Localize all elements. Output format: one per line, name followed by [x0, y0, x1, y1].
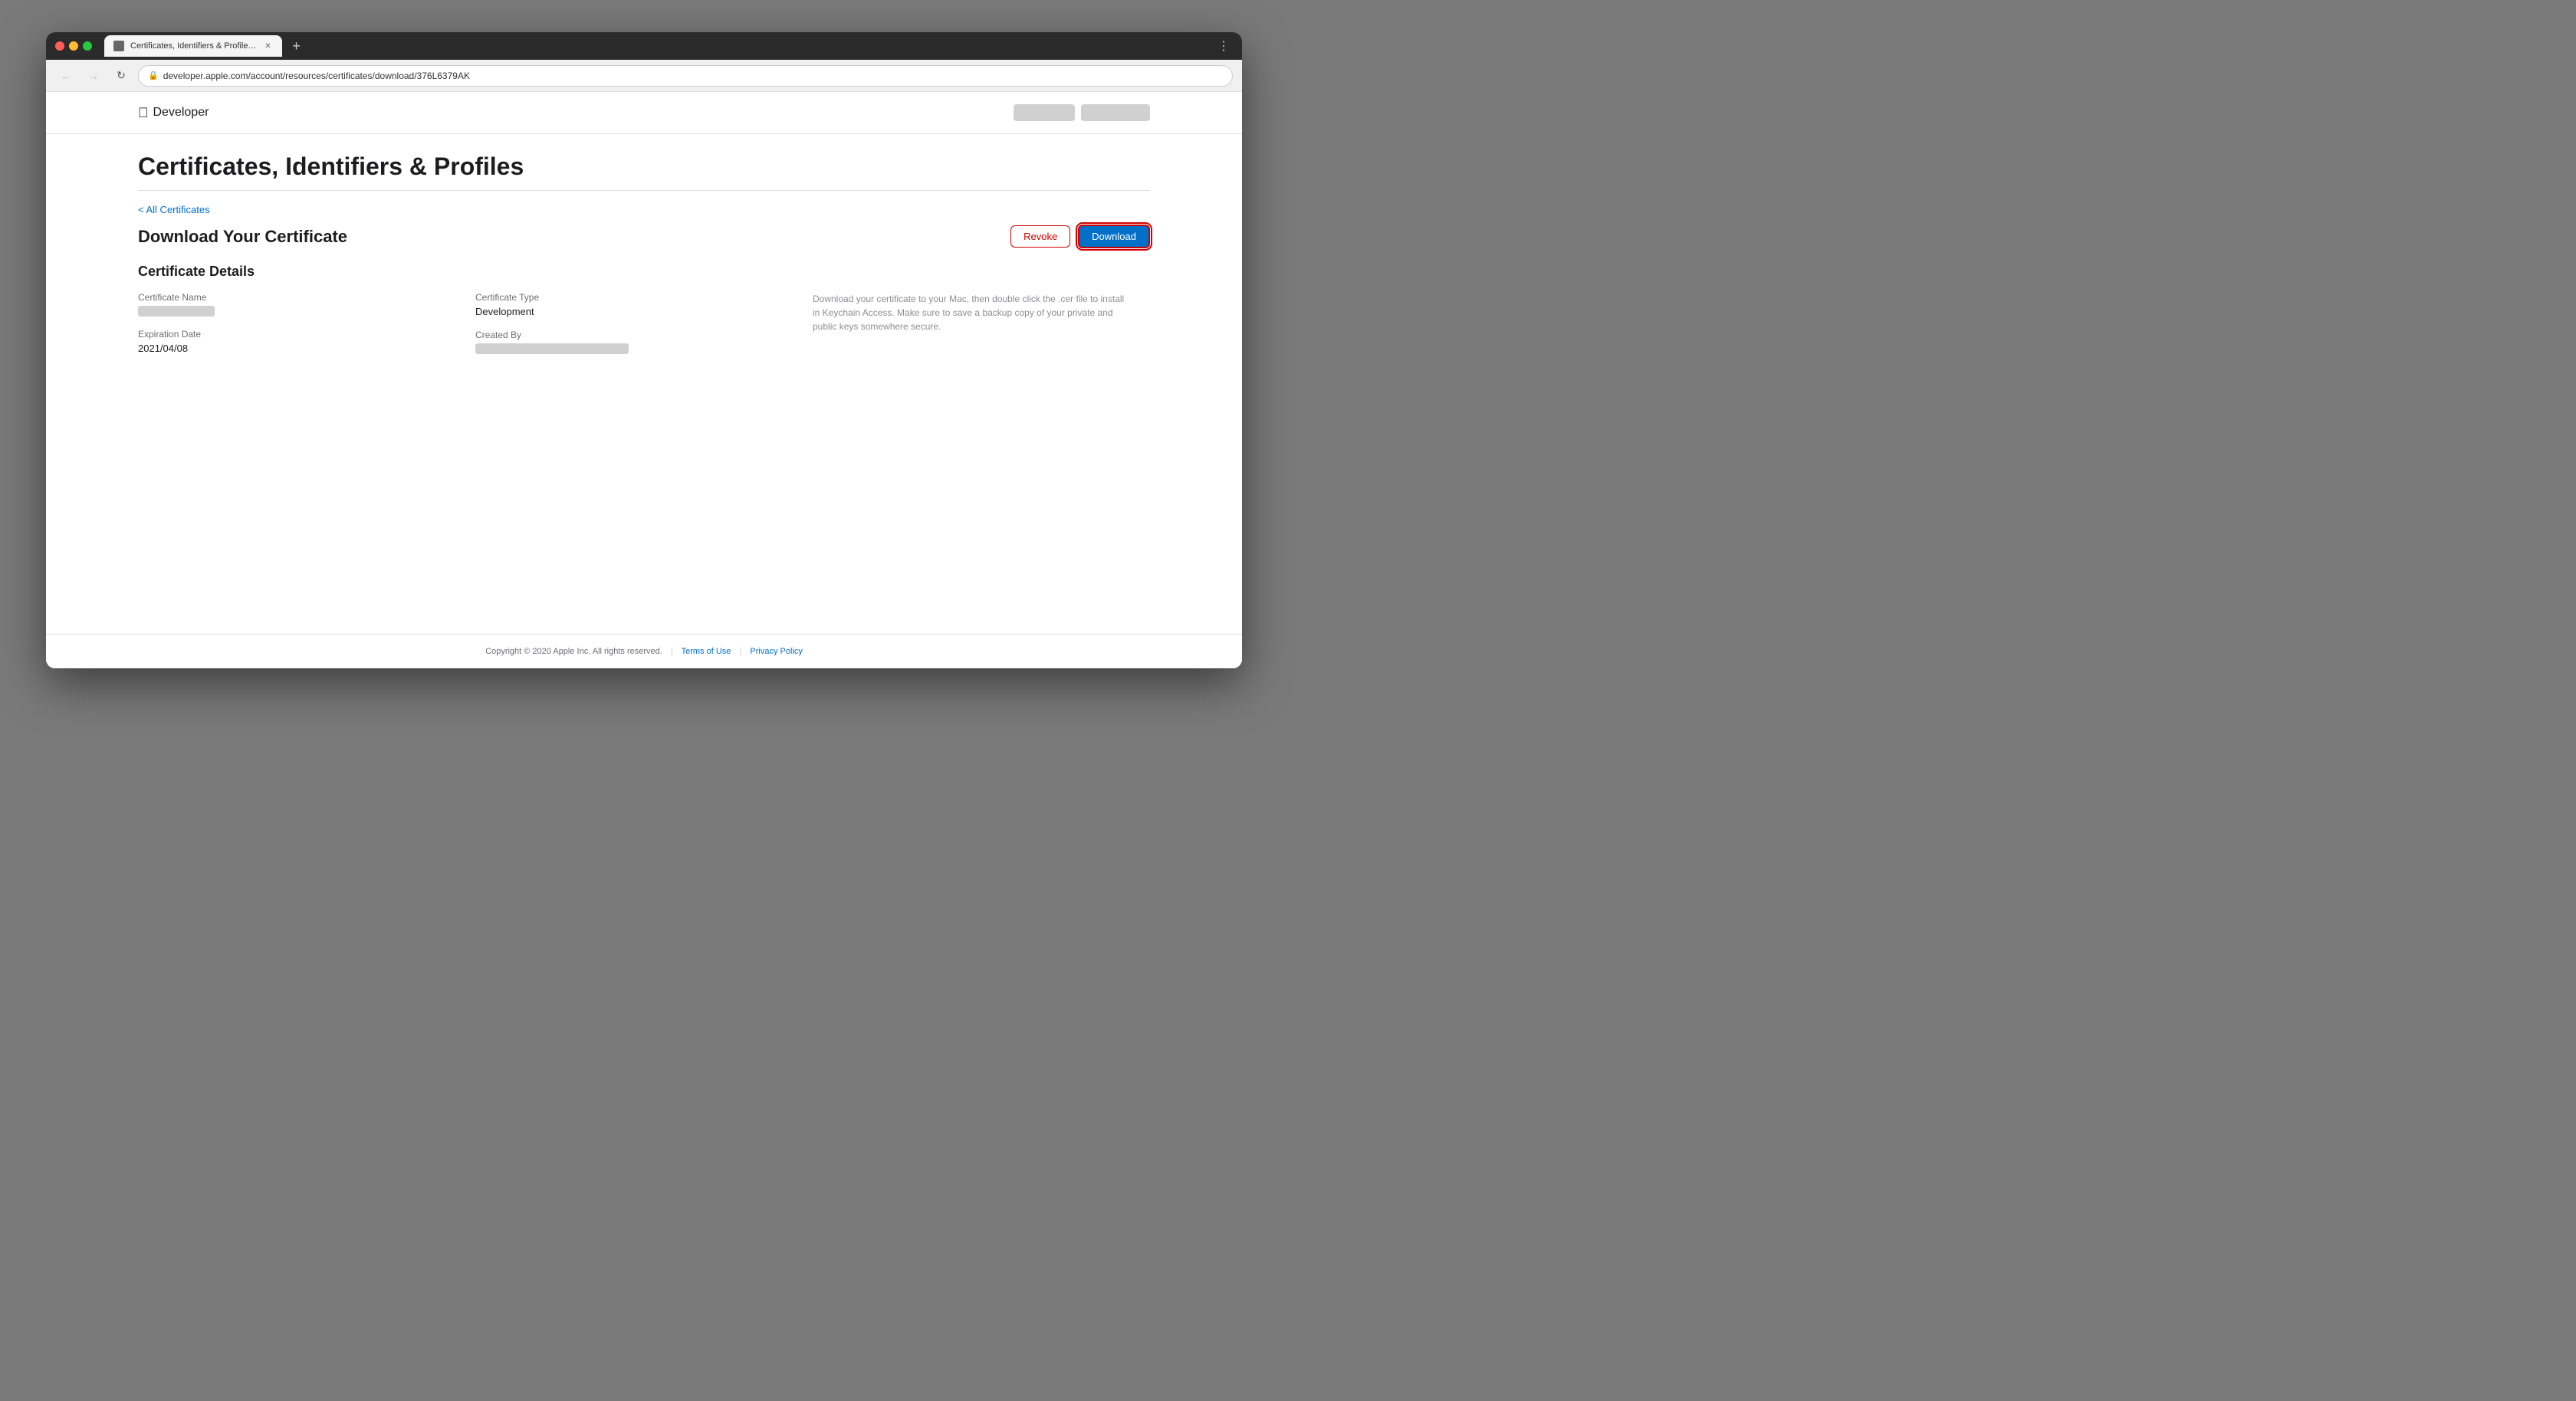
apple-header:  Developer: [46, 92, 1242, 134]
section-title: Download Your Certificate: [138, 227, 347, 247]
browser-window: Certificates, Identifiers & Profile… ✕ +…: [46, 32, 1242, 668]
privacy-policy-link[interactable]: Privacy Policy: [750, 647, 802, 656]
revoke-button[interactable]: Revoke: [1010, 225, 1070, 248]
cert-type-label: Certificate Type: [475, 292, 790, 303]
created-by-value-placeholder: [475, 343, 629, 354]
apple-logo-icon: : [138, 105, 149, 121]
developer-label: Developer: [153, 106, 209, 120]
expiry-label: Expiration Date: [138, 329, 452, 340]
tab-close-button[interactable]: ✕: [262, 41, 273, 51]
copyright-text: Copyright © 2020 Apple Inc. All rights r…: [485, 647, 662, 656]
browser-menu-button[interactable]: ⋮: [1214, 35, 1233, 57]
detail-column-3: Download your certificate to your Mac, t…: [813, 292, 1150, 366]
title-bar: Certificates, Identifiers & Profile… ✕ +…: [46, 32, 1242, 60]
footer-separator-2: |: [739, 647, 741, 656]
page-footer: Copyright © 2020 Apple Inc. All rights r…: [46, 634, 1242, 668]
minimize-button[interactable]: [69, 41, 78, 51]
section-header: Download Your Certificate Revoke Downloa…: [138, 225, 1150, 248]
details-grid: Certificate Name Expiration Date 2021/04…: [138, 292, 1150, 366]
header-actions: [1014, 104, 1150, 121]
header-btn-1[interactable]: [1014, 104, 1075, 121]
details-title: Certificate Details: [138, 264, 1150, 280]
active-tab[interactable]: Certificates, Identifiers & Profile… ✕: [104, 35, 282, 57]
forward-button[interactable]: →: [83, 65, 104, 87]
nav-bar: ← → ↻ 🔒 developer.apple.com/account/reso…: [46, 60, 1242, 92]
footer-separator-1: |: [671, 647, 673, 656]
back-button[interactable]: ←: [55, 65, 77, 87]
main-content: Certificates, Identifiers & Profiles All…: [46, 134, 1242, 634]
url-text: developer.apple.com/account/resources/ce…: [163, 71, 1223, 81]
traffic-lights: [55, 41, 92, 51]
tab-title: Certificates, Identifiers & Profile…: [130, 41, 256, 51]
expiry-value: 2021/04/08: [138, 343, 452, 354]
new-tab-button[interactable]: +: [285, 35, 307, 57]
created-by-label: Created By: [475, 330, 790, 340]
certificate-details: Certificate Details Certificate Name Exp…: [138, 264, 1150, 366]
maximize-button[interactable]: [83, 41, 92, 51]
tab-favicon: [113, 41, 124, 51]
action-buttons: Revoke Download: [1010, 225, 1150, 248]
page-content:  Developer Certificates, Identifiers & …: [46, 92, 1242, 668]
header-btn-2[interactable]: [1081, 104, 1150, 121]
download-button[interactable]: Download: [1078, 225, 1150, 248]
lock-icon: 🔒: [148, 71, 159, 80]
tab-bar: Certificates, Identifiers & Profile… ✕ +: [104, 35, 1208, 57]
close-button[interactable]: [55, 41, 64, 51]
page-title: Certificates, Identifiers & Profiles: [138, 153, 1150, 191]
instruction-text: Download your certificate to your Mac, t…: [813, 292, 1127, 333]
detail-column-1: Certificate Name Expiration Date 2021/04…: [138, 292, 475, 366]
reload-button[interactable]: ↻: [110, 65, 132, 87]
cert-name-label: Certificate Name: [138, 292, 452, 303]
cert-type-value: Development: [475, 306, 790, 317]
apple-logo-area:  Developer: [138, 105, 209, 121]
breadcrumb-link[interactable]: All Certificates: [138, 204, 210, 215]
cert-name-value-placeholder: [138, 306, 215, 317]
address-bar[interactable]: 🔒 developer.apple.com/account/resources/…: [138, 65, 1233, 87]
terms-of-use-link[interactable]: Terms of Use: [682, 647, 731, 656]
detail-column-2: Certificate Type Development Created By: [475, 292, 813, 366]
